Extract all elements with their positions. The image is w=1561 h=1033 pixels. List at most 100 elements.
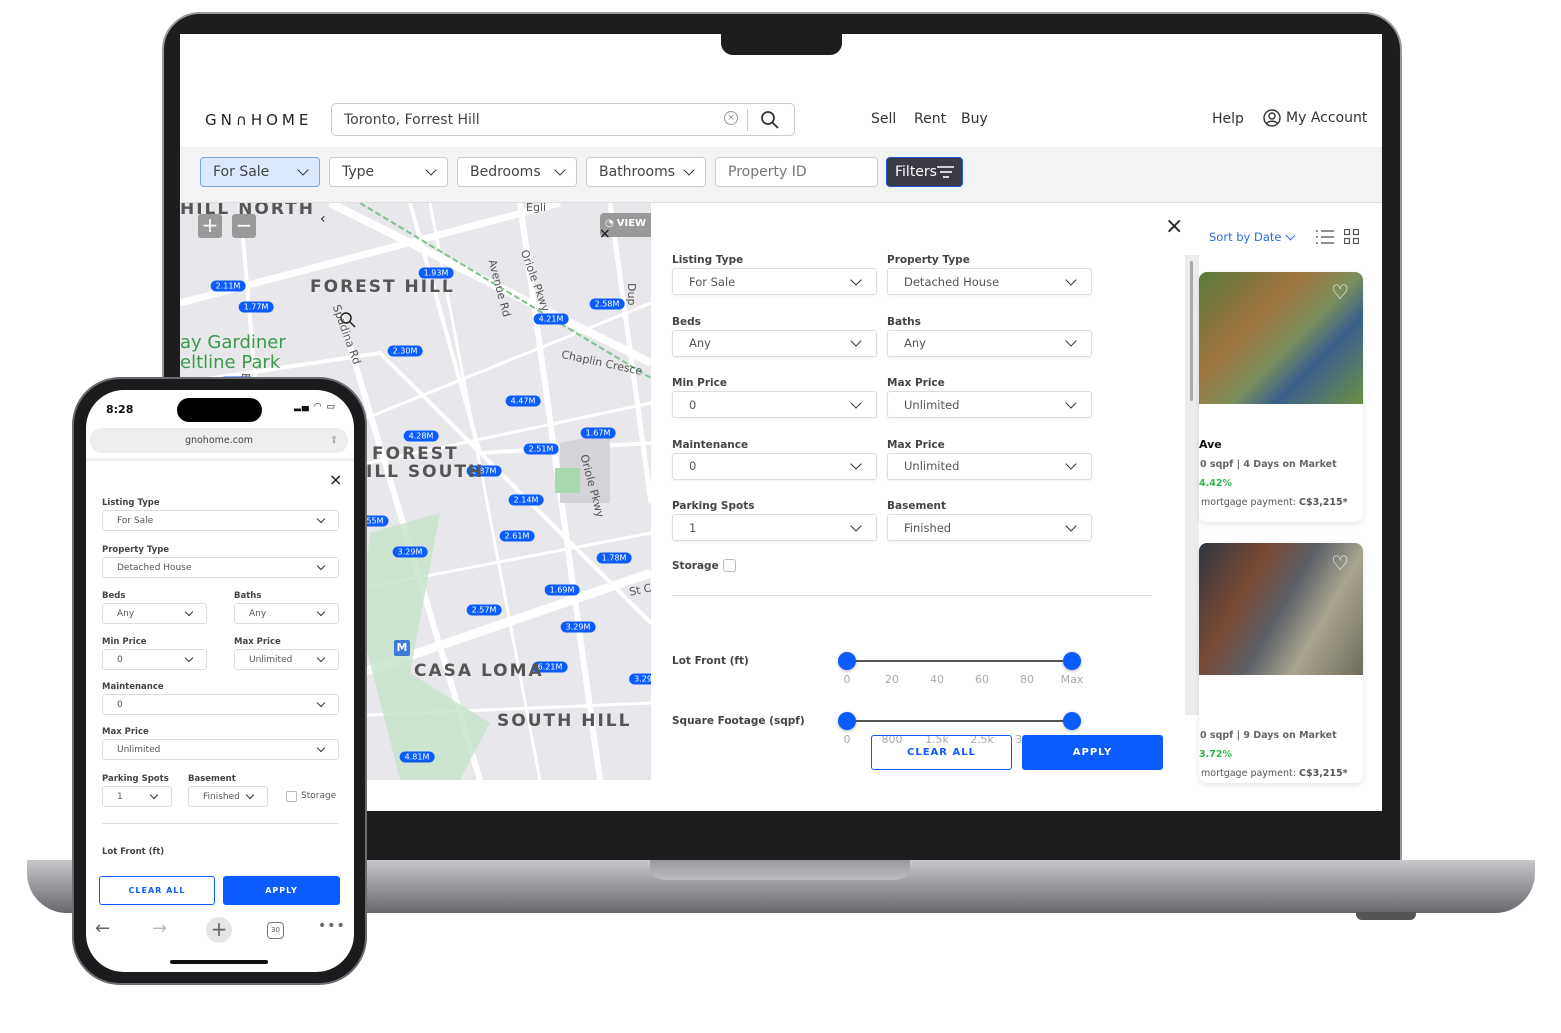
maintenance-dropdown[interactable]: 0 [102, 694, 339, 715]
price-marker[interactable]: 2.51M [523, 443, 559, 455]
baths-dropdown[interactable]: Any [234, 603, 339, 624]
property-id-input[interactable] [715, 157, 878, 187]
my-account-link[interactable]: My Account [1263, 109, 1367, 127]
search-input[interactable]: Toronto, Forrest Hill × [331, 103, 795, 136]
road-label: Dup [625, 283, 638, 306]
price-marker[interactable]: 2.58M [589, 298, 625, 310]
listing-card[interactable]: ♡ Ave 0 sqpf | 4 Days on Market 4.42% mo… [1199, 272, 1363, 522]
max-price-dropdown[interactable]: Unlimited [887, 391, 1092, 418]
price-marker[interactable]: 3.29 [629, 673, 651, 685]
mortgage-value: C$3,215* [1299, 497, 1348, 508]
parking-dropdown[interactable]: 1 [672, 514, 877, 541]
bathrooms-label: Bathrooms [599, 164, 676, 180]
clear-search-icon[interactable]: × [724, 111, 738, 125]
back-icon[interactable]: ← [95, 918, 110, 939]
for-sale-dropdown[interactable]: For Sale [200, 157, 320, 187]
max-price2-dropdown[interactable]: Unlimited [887, 452, 1092, 480]
lot-front-label: Lot Front (ft) [102, 847, 165, 857]
min-price-dropdown[interactable]: 0 [672, 391, 877, 418]
close-filters-button[interactable]: × [1165, 216, 1183, 238]
clear-all-button[interactable]: CLEAR ALL [871, 735, 1012, 770]
search-icon[interactable] [760, 110, 780, 130]
mortgage-label: mortgage payment: [1201, 768, 1296, 779]
price-marker[interactable]: 1.67M [580, 427, 616, 439]
apply-button[interactable]: APPLY [1022, 735, 1163, 770]
property-type-label: Property Type [887, 254, 970, 266]
scrollbar-thumb[interactable] [1190, 261, 1193, 401]
sqft-min-handle[interactable] [838, 712, 856, 730]
close-icon[interactable]: × [599, 226, 611, 242]
nav-rent[interactable]: Rent [914, 111, 946, 127]
price-marker[interactable]: 1.69M [544, 584, 580, 596]
property-type-dropdown[interactable]: Detached House [887, 268, 1092, 295]
baths-value: Any [249, 608, 267, 619]
price-marker[interactable]: 4.81M [399, 751, 435, 763]
price-marker[interactable]: 1.78M [596, 552, 632, 564]
price-marker[interactable]: 2.14M [508, 494, 544, 506]
share-icon[interactable]: ⇪ [330, 428, 338, 453]
bathrooms-dropdown[interactable]: Bathrooms [586, 157, 706, 187]
nav-sell[interactable]: Sell [871, 111, 896, 127]
price-marker[interactable]: 3.29M [392, 546, 428, 558]
listing-type-dropdown[interactable]: For Sale [672, 268, 877, 295]
price-marker[interactable]: 4.28M [403, 430, 439, 442]
scrollbar-track[interactable] [1185, 255, 1199, 715]
basement-dropdown[interactable]: Finished [887, 514, 1092, 541]
price-marker[interactable]: 3.29M [560, 621, 596, 633]
favorite-heart-icon[interactable]: ♡ [1331, 551, 1349, 575]
basement-label: Basement [887, 500, 947, 512]
price-marker[interactable]: 2.11M [210, 280, 246, 292]
type-dropdown[interactable]: Type [329, 157, 448, 187]
list-view-icon[interactable] [1316, 229, 1334, 245]
slider-tick: 80 [1020, 673, 1034, 686]
forward-icon[interactable]: → [152, 918, 167, 939]
lot_front-min-handle[interactable] [838, 652, 856, 670]
area-label: FOREST [372, 444, 459, 464]
price-marker[interactable]: 1.77M [238, 301, 274, 313]
beds-dropdown[interactable]: Any [102, 603, 207, 624]
property-type-dropdown[interactable]: Detached House [102, 557, 339, 578]
nav-buy[interactable]: Buy [961, 111, 988, 127]
max-price2-dropdown[interactable]: Unlimited [102, 739, 339, 760]
lot_front-slider-track[interactable] [847, 660, 1072, 662]
clear-all-button[interactable]: CLEAR ALL [99, 876, 215, 905]
favorite-heart-icon[interactable]: ♡ [1331, 280, 1349, 304]
chevron-down-icon [1286, 230, 1296, 240]
new-tab-icon[interactable]: + [206, 917, 232, 943]
price-marker[interactable]: 4.21M [533, 313, 569, 325]
basement-dropdown[interactable]: Finished [188, 786, 268, 807]
chevron-down-icon [850, 519, 862, 532]
max-price-dropdown[interactable]: Unlimited [234, 649, 339, 670]
bedrooms-dropdown[interactable]: Bedrooms [457, 157, 577, 187]
beds-dropdown[interactable]: Any [672, 329, 877, 357]
price-marker[interactable]: 2.61M [499, 530, 535, 542]
sqft-slider-track[interactable] [847, 720, 1072, 722]
address-bar[interactable]: gnohome.com ⇪ [90, 428, 348, 453]
maintenance-value: 0 [689, 459, 697, 473]
sort-dropdown[interactable]: Sort by Date [1209, 230, 1296, 244]
price-marker[interactable]: 4.47M [505, 395, 541, 407]
max-price-label: Max Price [887, 377, 945, 389]
logo[interactable]: GN∩HOME [205, 111, 312, 129]
sqft-max-handle[interactable] [1063, 712, 1081, 730]
listing-card[interactable]: ♡ 0 sqpf | 9 Days on Market 3.72% mortga… [1199, 543, 1363, 783]
lot_front-max-handle[interactable] [1063, 652, 1081, 670]
collapse-map-icon[interactable]: ‹ [320, 211, 326, 227]
apply-button[interactable]: APPLY [223, 876, 340, 905]
price-marker[interactable]: 2.57M [466, 604, 502, 616]
grid-view-icon[interactable] [1344, 229, 1359, 244]
min-price-dropdown[interactable]: 0 [102, 649, 207, 670]
tabs-icon[interactable]: 30 [267, 922, 284, 939]
listing-type-dropdown[interactable]: For Sale [102, 510, 339, 531]
more-icon[interactable]: ••• [318, 918, 346, 934]
price-marker[interactable]: 2.30M [387, 345, 423, 357]
filters-button[interactable]: Filters [886, 157, 963, 187]
storage-checkbox[interactable] [286, 791, 297, 802]
storage-checkbox[interactable] [723, 559, 736, 572]
nav-help[interactable]: Help [1212, 111, 1244, 127]
maintenance-dropdown[interactable]: 0 [672, 452, 877, 480]
parking-value: 1 [117, 791, 123, 802]
parking-dropdown[interactable]: 1 [102, 786, 172, 807]
close-filters-button[interactable]: × [329, 470, 342, 489]
baths-dropdown[interactable]: Any [887, 329, 1092, 357]
